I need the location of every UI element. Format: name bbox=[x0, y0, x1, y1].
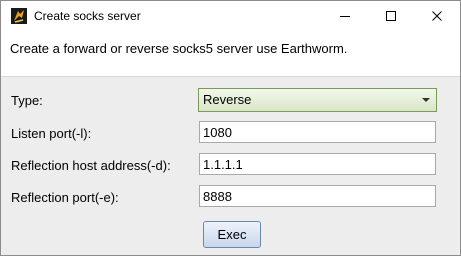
close-icon bbox=[432, 11, 442, 21]
minimize-icon bbox=[340, 16, 350, 17]
close-button[interactable] bbox=[414, 1, 460, 31]
app-icon bbox=[11, 8, 27, 24]
type-select-value: Reverse bbox=[203, 92, 252, 107]
type-label: Type: bbox=[11, 93, 43, 108]
listen-port-input[interactable] bbox=[199, 121, 436, 143]
chevron-down-icon bbox=[422, 98, 430, 102]
type-select[interactable]: Reverse bbox=[198, 88, 437, 112]
description-panel: Create a forward or reverse socks5 serve… bbox=[1, 31, 460, 77]
description-text: Create a forward or reverse socks5 serve… bbox=[10, 41, 348, 56]
reflection-port-input[interactable] bbox=[199, 185, 436, 207]
maximize-icon bbox=[386, 11, 396, 21]
maximize-button[interactable] bbox=[368, 1, 414, 31]
window-title: Create socks server bbox=[34, 9, 141, 23]
title-bar: Create socks server bbox=[1, 1, 460, 31]
listen-port-label: Listen port(-l): bbox=[11, 126, 92, 141]
reflection-host-label: Reflection host address(-d): bbox=[11, 158, 171, 173]
exec-button[interactable]: Exec bbox=[203, 221, 261, 248]
reflection-port-label: Reflection port(-e): bbox=[11, 190, 119, 205]
reflection-host-input[interactable] bbox=[199, 153, 436, 175]
create-socks-server-dialog: Create socks server Create a forward or … bbox=[0, 0, 461, 256]
minimize-button[interactable] bbox=[322, 1, 368, 31]
